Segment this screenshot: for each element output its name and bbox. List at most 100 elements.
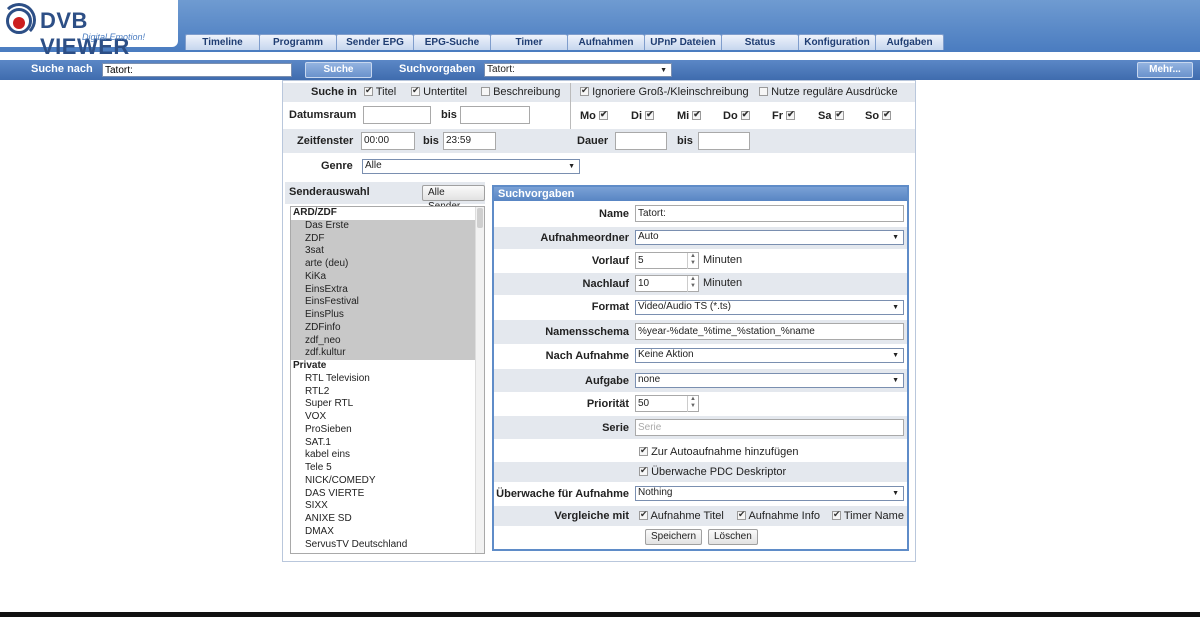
titel-option[interactable]: Titel	[364, 85, 396, 98]
day-do-checkbox[interactable]	[740, 109, 750, 120]
tab-aufnahmen[interactable]: Aufnahmen	[567, 34, 644, 50]
channel-item[interactable]: NICK/COMEDY	[291, 475, 484, 488]
date-from-input[interactable]	[363, 106, 431, 124]
regex-checkbox[interactable]	[759, 87, 768, 96]
regex-option[interactable]: Nutze reguläre Ausdrücke	[759, 86, 898, 98]
channel-item[interactable]: Das Erste	[291, 219, 484, 233]
delete-button[interactable]: Löschen	[708, 529, 758, 545]
format-select[interactable]: Video/Audio TS (*.ts) ▼	[635, 300, 904, 315]
auto-add-option[interactable]: Zur Autoaufnahme hinzufügen	[639, 445, 798, 458]
day-mo[interactable]: Mo	[580, 109, 608, 122]
compare-title-option[interactable]: Aufnahme Titel	[639, 509, 724, 522]
channel-item[interactable]: DAS VIERTE	[291, 488, 484, 501]
series-input[interactable]: Serie	[635, 419, 904, 436]
compare-info-option[interactable]: Aufnahme Info	[737, 509, 820, 522]
channel-group[interactable]: ARD/ZDF	[291, 207, 484, 220]
search-button[interactable]: Suche	[305, 62, 372, 78]
channel-item[interactable]: ZDFinfo	[291, 321, 484, 335]
channel-item[interactable]: Super RTL	[291, 398, 484, 411]
compare-title-checkbox[interactable]	[639, 509, 648, 520]
day-so-checkbox[interactable]	[882, 109, 892, 120]
beschreibung-checkbox[interactable]	[481, 87, 490, 96]
spin-arrows-icon[interactable]: ▲ ▼	[687, 253, 698, 269]
untertitel-checkbox[interactable]	[411, 85, 420, 96]
channel-list[interactable]: ARD/ZDF Das Erste ZDF 3sat arte (deu) KiKa Ein…	[290, 206, 485, 554]
tab-programm[interactable]: Programm	[259, 34, 336, 50]
auto-add-checkbox[interactable]	[639, 445, 648, 456]
pre-stepper[interactable]: 5 ▲ ▼	[635, 252, 699, 269]
name-input[interactable]: Tatort:	[635, 205, 904, 222]
day-do[interactable]: Do	[723, 109, 750, 122]
folder-select[interactable]: Auto ▼	[635, 230, 904, 245]
compare-info-checkbox[interactable]	[737, 509, 746, 520]
pdc-checkbox[interactable]	[639, 465, 648, 476]
channel-group[interactable]: Private	[291, 360, 484, 373]
channel-item[interactable]: 3sat	[291, 245, 484, 258]
pdc-option[interactable]: Überwache PDC Deskriptor	[639, 465, 786, 478]
ignore-case-checkbox[interactable]	[580, 85, 589, 96]
task-select[interactable]: none ▼	[635, 373, 904, 388]
beschreibung-option[interactable]: Beschreibung	[481, 86, 560, 98]
day-mi-checkbox[interactable]	[692, 109, 702, 120]
channel-item[interactable]: zdf.kultur	[291, 347, 484, 360]
scrollbar-thumb[interactable]	[477, 208, 483, 228]
duration-from-input[interactable]	[615, 132, 667, 150]
tab-epg-suche[interactable]: EPG-Suche	[413, 34, 490, 50]
day-fr-checkbox[interactable]	[786, 109, 796, 120]
duration-to-input[interactable]	[698, 132, 750, 150]
channel-item[interactable]: DMAX	[291, 526, 484, 539]
day-fr[interactable]: Fr	[772, 109, 796, 122]
channel-item[interactable]: EinsExtra	[291, 283, 484, 297]
tab-aufgaben[interactable]: Aufgaben	[875, 34, 944, 50]
titel-checkbox[interactable]	[364, 85, 373, 96]
day-so[interactable]: So	[865, 109, 892, 122]
channel-item[interactable]: arte (deu)	[291, 258, 484, 271]
tab-status[interactable]: Status	[721, 34, 798, 50]
post-stepper[interactable]: 10 ▲ ▼	[635, 275, 699, 292]
tab-sender-epg[interactable]: Sender EPG	[336, 34, 413, 50]
naming-input[interactable]: %year-%date_%time_%station_%name	[635, 323, 904, 340]
priority-stepper[interactable]: 50 ▲ ▼	[635, 395, 699, 412]
channel-item[interactable]: ProSieben	[291, 424, 484, 437]
channel-item[interactable]: zdf_neo	[291, 334, 484, 348]
after-select[interactable]: Keine Aktion ▼	[635, 348, 904, 363]
channel-item[interactable]: kabel eins	[291, 449, 484, 462]
all-channels-button[interactable]: Alle Sender	[422, 185, 485, 212]
genre-select[interactable]: Alle ▼	[362, 159, 580, 174]
monitor-select[interactable]: Nothing ▼	[635, 486, 904, 501]
day-mi[interactable]: Mi	[677, 109, 702, 122]
time-from-input[interactable]: 00:00	[361, 132, 415, 150]
channel-item[interactable]: RTL2	[291, 386, 484, 399]
channel-item[interactable]: RTL Television	[291, 373, 484, 386]
spin-arrows-icon[interactable]: ▲ ▼	[687, 276, 698, 292]
channel-item[interactable]: ZDF	[291, 232, 484, 246]
channel-item[interactable]: Tele 5	[291, 462, 484, 475]
day-di-checkbox[interactable]	[645, 109, 655, 120]
day-di[interactable]: Di	[631, 109, 655, 122]
tab-timeline[interactable]: Timeline	[185, 34, 259, 50]
app-logo[interactable]: DVB VIEWER Digital Emotion!	[0, 0, 178, 59]
channel-item[interactable]: ServusTV Deutschland	[291, 539, 484, 552]
channel-item[interactable]: EinsPlus	[291, 309, 484, 322]
day-sa[interactable]: Sa	[818, 109, 844, 122]
ignore-case-option[interactable]: Ignoriere Groß-/Kleinschreibung	[580, 85, 749, 98]
tab-konfiguration[interactable]: Konfiguration	[798, 34, 875, 50]
compare-timer-checkbox[interactable]	[832, 509, 841, 520]
channel-item[interactable]: ANIXE SD	[291, 513, 484, 526]
save-button[interactable]: Speichern	[645, 529, 703, 545]
date-to-input[interactable]	[460, 106, 530, 124]
day-mo-checkbox[interactable]	[598, 109, 608, 120]
spin-arrows-icon[interactable]: ▲ ▼	[687, 396, 698, 412]
channel-item[interactable]: EinsFestival	[291, 296, 484, 309]
channel-item[interactable]: VOX	[291, 411, 484, 424]
channel-list-scrollbar[interactable]	[475, 207, 484, 553]
channel-item[interactable]: SIXX	[291, 500, 484, 513]
time-to-input[interactable]: 23:59	[443, 132, 496, 150]
tab-upnp-dateien[interactable]: UPnP Dateien	[644, 34, 721, 50]
untertitel-option[interactable]: Untertitel	[411, 85, 467, 98]
compare-timer-option[interactable]: Timer Name	[832, 509, 904, 522]
tab-timer[interactable]: Timer	[490, 34, 567, 50]
more-button[interactable]: Mehr...	[1137, 62, 1193, 78]
presets-select[interactable]: Tatort: ▼	[484, 63, 672, 77]
channel-item[interactable]: KiKa	[291, 270, 484, 284]
